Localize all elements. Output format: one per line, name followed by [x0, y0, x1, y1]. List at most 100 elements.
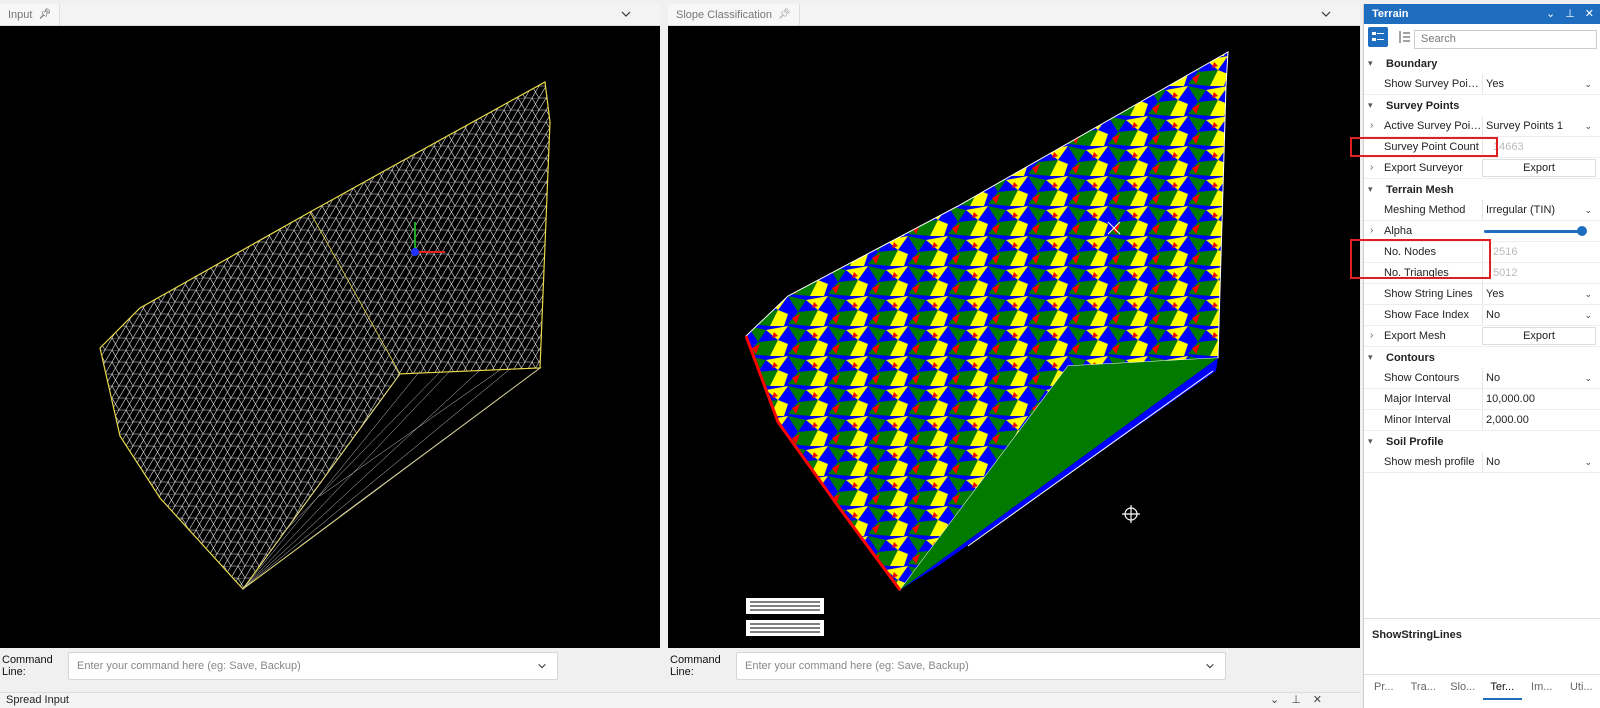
tab-uti[interactable]: Uti... [1562, 675, 1600, 700]
panel-title: Terrain [1372, 8, 1409, 20]
prop-value-dropdown[interactable]: Yes ⌄ [1482, 284, 1596, 304]
chevron-right-icon[interactable]: › [1370, 162, 1373, 173]
prop-name: Show Contours [1384, 372, 1460, 384]
input-viewport[interactable] [0, 26, 660, 648]
section-boundary[interactable]: ▾ Boundary [1364, 53, 1600, 74]
tab-slope-label: Slope Classification [676, 8, 772, 21]
close-icon[interactable]: ✕ [1585, 7, 1594, 20]
section-contours[interactable]: ▾ Contours [1364, 347, 1600, 368]
prop-show-string-lines[interactable]: Show String Lines Yes ⌄ [1364, 284, 1600, 305]
pin-icon[interactable]: 📌︎ [38, 9, 51, 20]
prop-name: Show Face Index [1384, 309, 1469, 321]
slope-classification-render [744, 51, 1229, 636]
chevron-down-icon: ▾ [1368, 58, 1373, 68]
chevron-right-icon[interactable]: › [1370, 120, 1373, 131]
section-terrain-mesh[interactable]: ▾ Terrain Mesh [1364, 179, 1600, 200]
chevron-down-icon[interactable] [620, 8, 632, 20]
tab-pr[interactable]: Pr... [1364, 675, 1404, 700]
prop-show-contours[interactable]: Show Contours No ⌄ [1364, 368, 1600, 389]
prop-value-dropdown[interactable]: Survey Points 1 ⌄ [1482, 116, 1596, 136]
chevron-right-icon[interactable]: › [1370, 225, 1373, 236]
prop-show-mesh-profile[interactable]: Show mesh profile No ⌄ [1364, 452, 1600, 473]
prop-show-survey-points[interactable]: Show Survey Point... Yes ⌄ [1364, 74, 1600, 95]
prop-value-dropdown[interactable]: No ⌄ [1482, 452, 1596, 472]
chevron-down-icon: ⌄ [1584, 289, 1592, 299]
tab-input-label: Input [8, 8, 33, 21]
section-survey-points[interactable]: ▾ Survey Points [1364, 95, 1600, 116]
command-line-input[interactable]: Enter your command here (eg: Save, Backu… [736, 652, 1226, 680]
legend-thumbnail [746, 598, 824, 636]
prop-value-dropdown[interactable]: Irregular (TIN) ⌄ [1482, 200, 1596, 220]
prop-minor-interval[interactable]: Minor Interval 2,000.00 [1364, 410, 1600, 431]
alphabetical-view-button[interactable] [1394, 27, 1414, 47]
section-label: Contours [1386, 351, 1435, 364]
chevron-right-icon[interactable]: › [1370, 330, 1373, 341]
slope-pane-header: Slope Classification 📌︎ [668, 4, 1360, 26]
input-pane-header: Input 📌︎ [0, 4, 660, 26]
chevron-down-icon: ▾ [1368, 436, 1373, 446]
alpha-slider-handle[interactable] [1577, 226, 1587, 236]
chevron-down-icon: ⌄ [1584, 121, 1592, 131]
tab-slope-classification[interactable]: Slope Classification 📌︎ [668, 4, 800, 25]
section-label: Survey Points [1386, 99, 1460, 112]
categorized-icon [1372, 32, 1384, 41]
prop-show-face-index[interactable]: Show Face Index No ⌄ [1364, 305, 1600, 326]
highlight-mesh-stats [1350, 239, 1491, 279]
chevron-down-icon[interactable]: ⌄ [1546, 7, 1555, 20]
prop-major-interval[interactable]: Major Interval 10,000.00 [1364, 389, 1600, 410]
chevron-down-icon[interactable] [1205, 661, 1215, 671]
prop-export-surveyor[interactable]: › Export Surveyor Export [1364, 158, 1600, 179]
prop-active-survey-points[interactable]: › Active Survey Point... Survey Points 1… [1364, 116, 1600, 137]
prop-name: Alpha [1384, 225, 1413, 237]
tab-input[interactable]: Input 📌︎ [0, 4, 61, 25]
categorized-view-button[interactable] [1368, 27, 1388, 47]
pin-icon[interactable]: ⊥ [1291, 693, 1301, 708]
command-line-placeholder: Enter your command here (eg: Save, Backu… [745, 660, 969, 672]
prop-name: Major Interval [1384, 393, 1451, 405]
prop-value: 5012 [1482, 263, 1596, 283]
slope-viewport[interactable] [668, 26, 1360, 648]
chevron-down-icon: ▾ [1368, 100, 1373, 110]
chevron-down-icon: ▾ [1368, 184, 1373, 194]
section-soil-profile[interactable]: ▾ Soil Profile [1364, 431, 1600, 452]
tab-tra[interactable]: Tra... [1404, 675, 1444, 700]
command-line-label: Command Line: [670, 654, 721, 678]
pin-icon[interactable]: ⊥ [1565, 7, 1575, 20]
prop-name: Export Mesh [1384, 330, 1446, 342]
alpha-slider-track[interactable] [1484, 230, 1582, 233]
prop-value-dropdown[interactable]: No ⌄ [1482, 305, 1596, 325]
prop-name: Active Survey Point... [1384, 120, 1484, 132]
section-label: Soil Profile [1386, 435, 1444, 448]
prop-name: Show mesh profile [1384, 456, 1475, 468]
prop-value: 14663 [1482, 137, 1596, 157]
close-icon[interactable]: ✕ [1313, 693, 1322, 708]
tab-im[interactable]: Im... [1522, 675, 1562, 700]
tab-ter[interactable]: Ter... [1482, 675, 1522, 700]
left-command-bar: Command Line: Enter your command here (e… [0, 650, 660, 682]
command-line-placeholder: Enter your command here (eg: Save, Backu… [77, 660, 301, 672]
export-surveyor-button[interactable]: Export [1482, 159, 1596, 177]
highlight-survey-point-count [1350, 137, 1498, 157]
prop-value-input[interactable]: 10,000.00 [1482, 389, 1596, 409]
pin-icon[interactable]: 📌︎ [778, 9, 791, 20]
prop-export-mesh[interactable]: › Export Mesh Export [1364, 326, 1600, 347]
chevron-down-icon: ⌄ [1584, 310, 1592, 320]
prop-value-dropdown[interactable]: No ⌄ [1482, 368, 1596, 388]
command-line-input[interactable]: Enter your command here (eg: Save, Backu… [68, 652, 558, 680]
prop-value-dropdown[interactable]: Yes ⌄ [1482, 74, 1596, 94]
tin-mesh-render [99, 81, 551, 590]
command-line-label: Command Line: [2, 654, 53, 678]
sort-list-icon [1399, 31, 1410, 43]
search-input[interactable]: Search [1414, 30, 1597, 49]
search-placeholder: Search [1421, 33, 1456, 45]
prop-value-input[interactable]: 2,000.00 [1482, 410, 1596, 430]
prop-name: Show Survey Point... [1384, 78, 1484, 90]
export-mesh-button[interactable]: Export [1482, 327, 1596, 345]
chevron-down-icon[interactable] [1320, 8, 1332, 20]
chevron-down-icon: ⌄ [1584, 205, 1592, 215]
chevron-down-icon[interactable] [537, 661, 547, 671]
chevron-down-icon[interactable]: ⌄ [1270, 693, 1279, 708]
tab-slo[interactable]: Slo... [1443, 675, 1483, 700]
spread-input-label: Spread Input [6, 694, 69, 706]
prop-meshing-method[interactable]: Meshing Method Irregular (TIN) ⌄ [1364, 200, 1600, 221]
